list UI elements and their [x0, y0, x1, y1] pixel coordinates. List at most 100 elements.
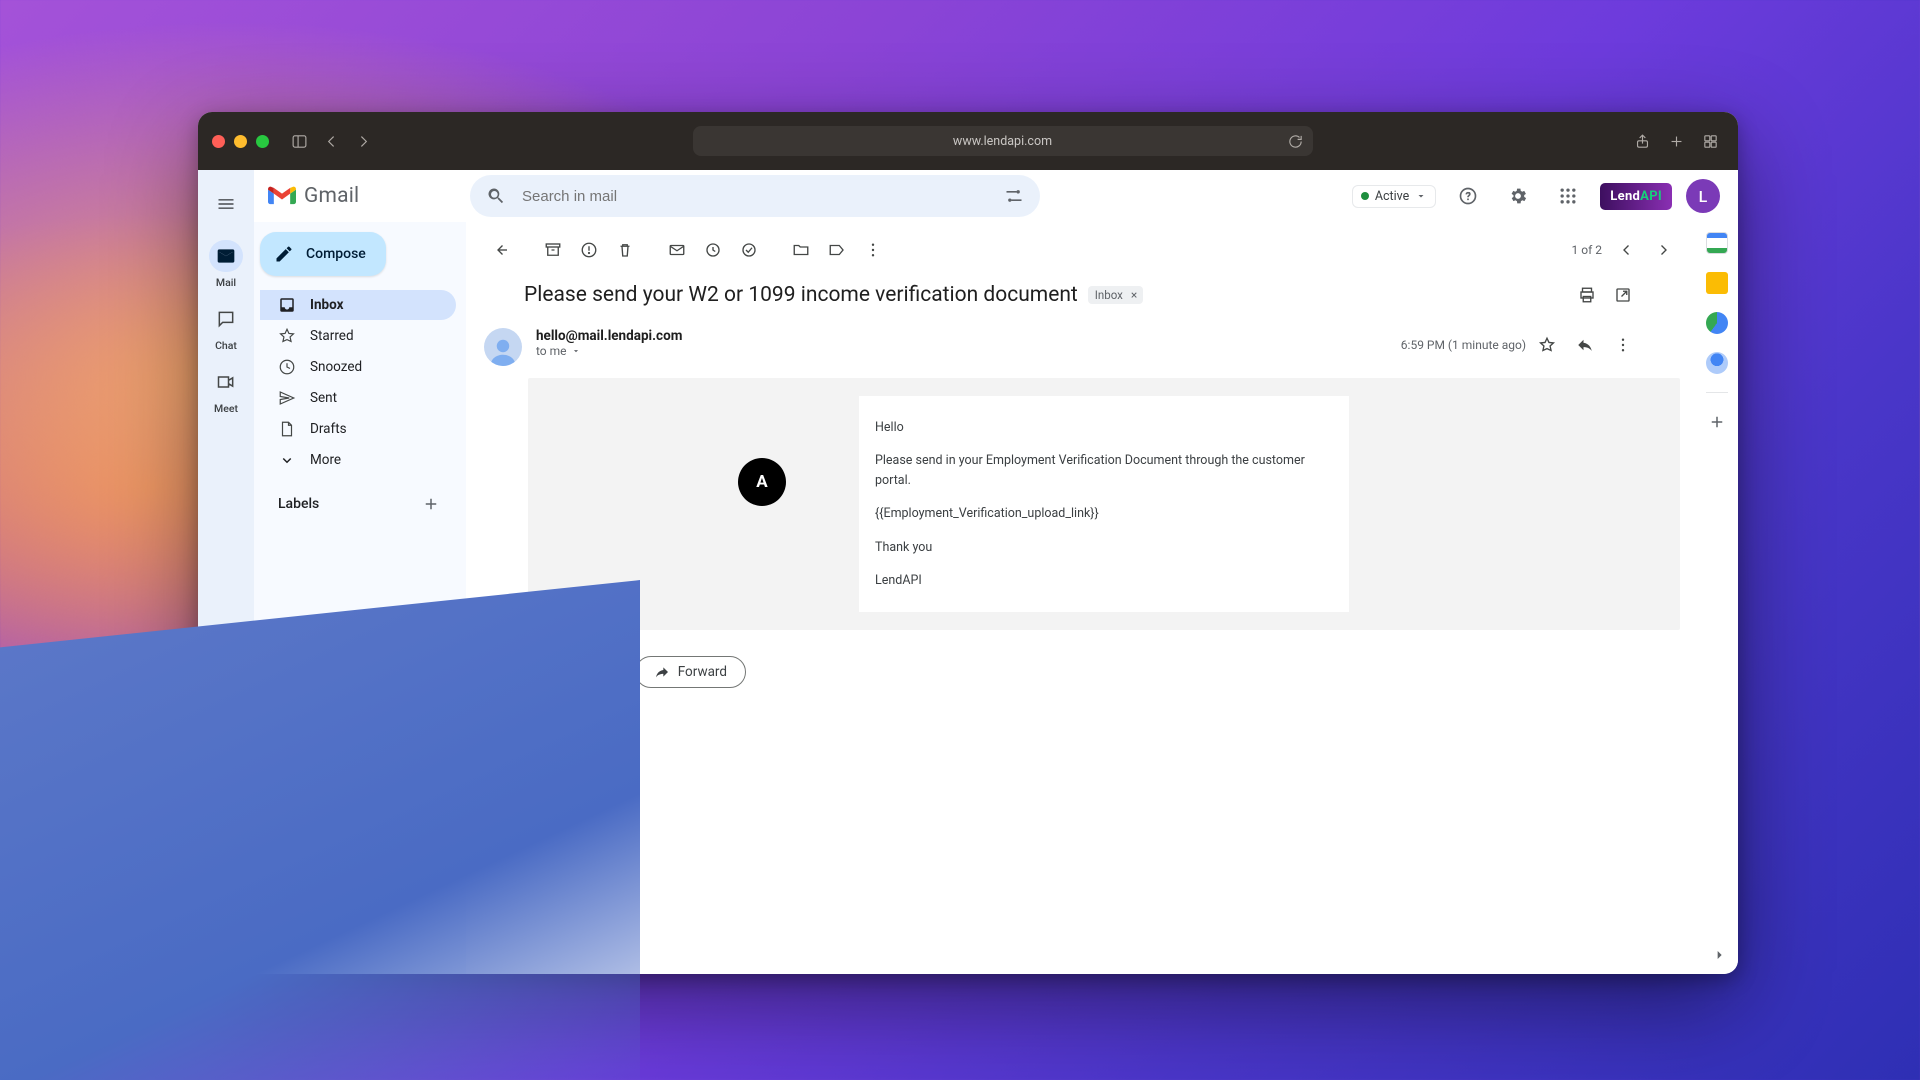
workspace-brand-badge[interactable]: LendAPI	[1600, 183, 1672, 210]
add-to-tasks-button[interactable]	[732, 233, 766, 267]
email-subject: Please send your W2 or 1099 income verif…	[524, 283, 1078, 307]
search-options-icon[interactable]	[996, 178, 1032, 214]
get-addons-icon[interactable]	[1706, 411, 1728, 433]
open-new-window-button[interactable]	[1606, 278, 1640, 312]
support-icon[interactable]	[1450, 178, 1486, 214]
sidebar-toggle-icon[interactable]	[285, 127, 313, 155]
gmail-logo[interactable]: Gmail	[268, 184, 456, 208]
sidebar-item-label: Drafts	[310, 421, 347, 437]
older-button[interactable]	[1610, 233, 1644, 267]
contacts-addon-icon[interactable]	[1706, 352, 1728, 374]
annotation-marker: A	[738, 458, 786, 506]
sidebar-item-starred[interactable]: Starred	[260, 321, 456, 351]
side-panel-toggle[interactable]	[1706, 942, 1732, 968]
sidebar-item-label: Inbox	[310, 297, 343, 313]
avatar-initial: L	[1699, 187, 1708, 206]
mark-unread-button[interactable]	[660, 233, 694, 267]
chip-label: Inbox	[1095, 288, 1123, 302]
nav-forward-button[interactable]	[349, 127, 377, 155]
nav-meet[interactable]: Meet	[209, 366, 243, 415]
sender-avatar[interactable]	[484, 328, 522, 366]
nav-meet-label: Meet	[214, 402, 238, 415]
search-bar[interactable]	[470, 175, 1040, 217]
status-label: Active	[1375, 189, 1409, 204]
move-to-button[interactable]	[784, 233, 818, 267]
label-chip-inbox[interactable]: Inbox ×	[1088, 286, 1144, 304]
body-line-4: Thank you	[875, 538, 1333, 557]
sidebar: Compose Inbox Starred Snoo	[254, 222, 466, 974]
clock-icon	[278, 358, 296, 376]
forward-button[interactable]: Forward	[635, 656, 746, 688]
brand-suffix: API	[1640, 189, 1662, 204]
gmail-logo-icon	[268, 185, 296, 207]
newer-button[interactable]	[1646, 233, 1680, 267]
share-icon[interactable]	[1628, 127, 1656, 155]
reload-icon[interactable]	[1287, 132, 1305, 150]
reply-icon-button[interactable]	[1568, 328, 1602, 362]
archive-button[interactable]	[536, 233, 570, 267]
labels-button[interactable]	[820, 233, 854, 267]
status-dot-icon	[1361, 192, 1369, 200]
calendar-addon-icon[interactable]	[1706, 232, 1728, 254]
sender-address[interactable]: hello@mail.lendapi.com	[536, 328, 682, 344]
apps-icon[interactable]	[1550, 178, 1586, 214]
delete-button[interactable]	[608, 233, 642, 267]
settings-icon[interactable]	[1500, 178, 1536, 214]
side-panel	[1696, 222, 1738, 974]
gmail-logo-text: Gmail	[304, 184, 359, 208]
email-card: Hello Please send in your Employment Ver…	[859, 396, 1349, 612]
forward-label: Forward	[678, 664, 727, 680]
search-icon[interactable]	[478, 178, 514, 214]
sender-row: hello@mail.lendapi.com to me 6:59 PM (1 …	[484, 314, 1680, 366]
report-spam-button[interactable]	[572, 233, 606, 267]
sidebar-item-label: Sent	[310, 390, 337, 406]
sidebar-item-sent[interactable]: Sent	[260, 383, 456, 413]
body-line-5: LendAPI	[875, 571, 1333, 590]
zoom-window-button[interactable]	[256, 135, 269, 148]
close-window-button[interactable]	[212, 135, 225, 148]
message-counter: 1 of 2	[1572, 243, 1602, 257]
compose-button[interactable]: Compose	[260, 232, 386, 276]
url-text: www.lendapi.com	[953, 134, 1052, 149]
nav-chat-label: Chat	[215, 339, 237, 352]
browser-chrome: www.lendapi.com	[198, 112, 1738, 170]
sidebar-item-snoozed[interactable]: Snoozed	[260, 352, 456, 382]
body-line-2: Please send in your Employment Verificat…	[875, 451, 1333, 490]
reply-button[interactable]: Reply	[528, 656, 623, 688]
create-label-button[interactable]	[418, 491, 444, 517]
status-chip[interactable]: Active	[1352, 185, 1436, 208]
tab-overview-icon[interactable]	[1696, 127, 1724, 155]
nav-mail[interactable]: Mail	[209, 240, 243, 289]
account-avatar[interactable]: L	[1686, 179, 1720, 213]
main-menu-button[interactable]	[206, 184, 246, 224]
keep-addon-icon[interactable]	[1706, 272, 1728, 294]
reply-icon	[547, 664, 563, 680]
sidebar-item-drafts[interactable]: Drafts	[260, 414, 456, 444]
chip-remove-icon[interactable]: ×	[1127, 288, 1141, 302]
sidebar-item-label: Starred	[310, 328, 354, 344]
url-bar[interactable]: www.lendapi.com	[693, 126, 1313, 156]
message-toolbar: 1 of 2	[484, 228, 1680, 272]
search-input[interactable]	[520, 188, 990, 205]
send-icon	[278, 389, 296, 407]
message-more-button[interactable]	[1606, 328, 1640, 362]
minimize-window-button[interactable]	[234, 135, 247, 148]
gmail-header: Gmail Active	[254, 170, 1738, 222]
nav-chat[interactable]: Chat	[209, 303, 243, 352]
collapsed-nav: Mail Chat Meet	[198, 170, 254, 974]
snooze-button[interactable]	[696, 233, 730, 267]
inbox-icon	[278, 296, 296, 314]
nav-back-button[interactable]	[317, 127, 345, 155]
tasks-addon-icon[interactable]	[1706, 312, 1728, 334]
sidebar-item-inbox[interactable]: Inbox	[260, 290, 456, 320]
nav-mail-label: Mail	[216, 276, 236, 289]
compose-label: Compose	[306, 246, 366, 262]
sidebar-item-more[interactable]: More	[260, 445, 456, 475]
body-line-3: {{Employment_Verification_upload_link}}	[875, 504, 1333, 523]
more-button[interactable]	[856, 233, 890, 267]
print-button[interactable]	[1570, 278, 1604, 312]
star-message-button[interactable]	[1530, 328, 1564, 362]
new-tab-icon[interactable]	[1662, 127, 1690, 155]
recipient-summary[interactable]: to me	[536, 344, 682, 358]
back-button[interactable]	[484, 233, 518, 267]
